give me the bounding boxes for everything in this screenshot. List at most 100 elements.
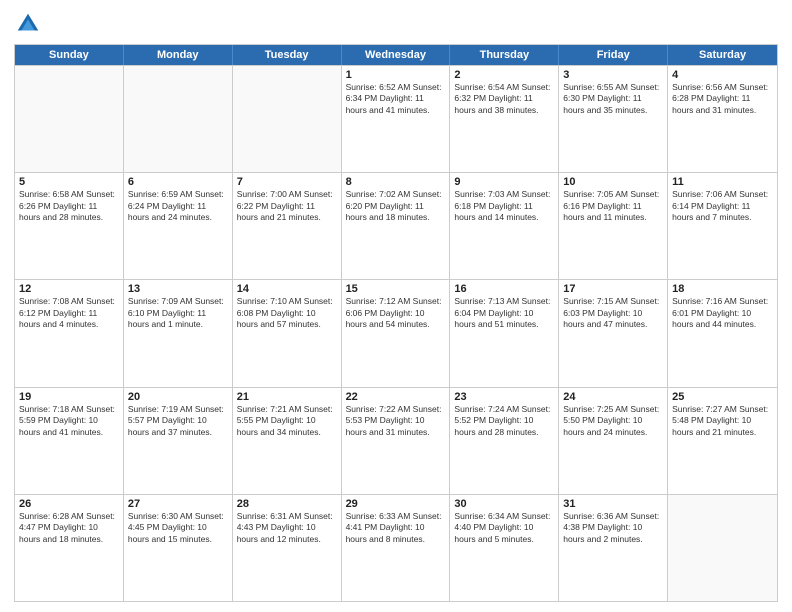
- cell-content: Sunrise: 6:30 AM Sunset: 4:45 PM Dayligh…: [128, 511, 228, 545]
- calendar-body: 1Sunrise: 6:52 AM Sunset: 6:34 PM Daylig…: [15, 65, 777, 601]
- calendar-cell: 7Sunrise: 7:00 AM Sunset: 6:22 PM Daylig…: [233, 173, 342, 279]
- calendar-row-3: 12Sunrise: 7:08 AM Sunset: 6:12 PM Dayli…: [15, 279, 777, 386]
- calendar-header-tuesday: Tuesday: [233, 45, 342, 65]
- cell-content: Sunrise: 7:03 AM Sunset: 6:18 PM Dayligh…: [454, 189, 554, 223]
- cell-content: Sunrise: 7:10 AM Sunset: 6:08 PM Dayligh…: [237, 296, 337, 330]
- day-number: 13: [128, 283, 228, 295]
- calendar-cell: 23Sunrise: 7:24 AM Sunset: 5:52 PM Dayli…: [450, 388, 559, 494]
- cell-content: Sunrise: 6:36 AM Sunset: 4:38 PM Dayligh…: [563, 511, 663, 545]
- calendar-cell: 4Sunrise: 6:56 AM Sunset: 6:28 PM Daylig…: [668, 66, 777, 172]
- cell-content: Sunrise: 7:25 AM Sunset: 5:50 PM Dayligh…: [563, 404, 663, 438]
- cell-content: Sunrise: 7:15 AM Sunset: 6:03 PM Dayligh…: [563, 296, 663, 330]
- calendar-row-1: 1Sunrise: 6:52 AM Sunset: 6:34 PM Daylig…: [15, 65, 777, 172]
- calendar-header-row: SundayMondayTuesdayWednesdayThursdayFrid…: [15, 45, 777, 65]
- calendar-header-saturday: Saturday: [668, 45, 777, 65]
- calendar-cell: [233, 66, 342, 172]
- day-number: 8: [346, 176, 446, 188]
- day-number: 27: [128, 498, 228, 510]
- cell-content: Sunrise: 7:00 AM Sunset: 6:22 PM Dayligh…: [237, 189, 337, 223]
- calendar-cell: 3Sunrise: 6:55 AM Sunset: 6:30 PM Daylig…: [559, 66, 668, 172]
- day-number: 11: [672, 176, 773, 188]
- calendar-cell: 14Sunrise: 7:10 AM Sunset: 6:08 PM Dayli…: [233, 280, 342, 386]
- cell-content: Sunrise: 6:55 AM Sunset: 6:30 PM Dayligh…: [563, 82, 663, 116]
- day-number: 18: [672, 283, 773, 295]
- cell-content: Sunrise: 7:19 AM Sunset: 5:57 PM Dayligh…: [128, 404, 228, 438]
- day-number: 9: [454, 176, 554, 188]
- cell-content: Sunrise: 6:31 AM Sunset: 4:43 PM Dayligh…: [237, 511, 337, 545]
- day-number: 20: [128, 391, 228, 403]
- day-number: 7: [237, 176, 337, 188]
- cell-content: Sunrise: 7:22 AM Sunset: 5:53 PM Dayligh…: [346, 404, 446, 438]
- cell-content: Sunrise: 6:58 AM Sunset: 6:26 PM Dayligh…: [19, 189, 119, 223]
- calendar-cell: [124, 66, 233, 172]
- day-number: 6: [128, 176, 228, 188]
- day-number: 1: [346, 69, 446, 81]
- day-number: 25: [672, 391, 773, 403]
- calendar-cell: 6Sunrise: 6:59 AM Sunset: 6:24 PM Daylig…: [124, 173, 233, 279]
- day-number: 16: [454, 283, 554, 295]
- day-number: 2: [454, 69, 554, 81]
- day-number: 19: [19, 391, 119, 403]
- cell-content: Sunrise: 7:02 AM Sunset: 6:20 PM Dayligh…: [346, 189, 446, 223]
- cell-content: Sunrise: 6:54 AM Sunset: 6:32 PM Dayligh…: [454, 82, 554, 116]
- cell-content: Sunrise: 6:34 AM Sunset: 4:40 PM Dayligh…: [454, 511, 554, 545]
- day-number: 4: [672, 69, 773, 81]
- day-number: 29: [346, 498, 446, 510]
- day-number: 28: [237, 498, 337, 510]
- day-number: 24: [563, 391, 663, 403]
- calendar-cell: 24Sunrise: 7:25 AM Sunset: 5:50 PM Dayli…: [559, 388, 668, 494]
- calendar-cell: 1Sunrise: 6:52 AM Sunset: 6:34 PM Daylig…: [342, 66, 451, 172]
- calendar-row-5: 26Sunrise: 6:28 AM Sunset: 4:47 PM Dayli…: [15, 494, 777, 601]
- calendar-cell: 8Sunrise: 7:02 AM Sunset: 6:20 PM Daylig…: [342, 173, 451, 279]
- day-number: 31: [563, 498, 663, 510]
- day-number: 23: [454, 391, 554, 403]
- calendar-row-2: 5Sunrise: 6:58 AM Sunset: 6:26 PM Daylig…: [15, 172, 777, 279]
- calendar-cell: 28Sunrise: 6:31 AM Sunset: 4:43 PM Dayli…: [233, 495, 342, 601]
- calendar-cell: 18Sunrise: 7:16 AM Sunset: 6:01 PM Dayli…: [668, 280, 777, 386]
- cell-content: Sunrise: 7:05 AM Sunset: 6:16 PM Dayligh…: [563, 189, 663, 223]
- calendar-cell: 22Sunrise: 7:22 AM Sunset: 5:53 PM Dayli…: [342, 388, 451, 494]
- day-number: 22: [346, 391, 446, 403]
- day-number: 30: [454, 498, 554, 510]
- day-number: 14: [237, 283, 337, 295]
- cell-content: Sunrise: 7:13 AM Sunset: 6:04 PM Dayligh…: [454, 296, 554, 330]
- cell-content: Sunrise: 6:52 AM Sunset: 6:34 PM Dayligh…: [346, 82, 446, 116]
- calendar-row-4: 19Sunrise: 7:18 AM Sunset: 5:59 PM Dayli…: [15, 387, 777, 494]
- calendar-cell: 25Sunrise: 7:27 AM Sunset: 5:48 PM Dayli…: [668, 388, 777, 494]
- calendar-cell: 9Sunrise: 7:03 AM Sunset: 6:18 PM Daylig…: [450, 173, 559, 279]
- calendar-cell: 20Sunrise: 7:19 AM Sunset: 5:57 PM Dayli…: [124, 388, 233, 494]
- calendar-header-sunday: Sunday: [15, 45, 124, 65]
- calendar-cell: 11Sunrise: 7:06 AM Sunset: 6:14 PM Dayli…: [668, 173, 777, 279]
- calendar-cell: 13Sunrise: 7:09 AM Sunset: 6:10 PM Dayli…: [124, 280, 233, 386]
- calendar-cell: 29Sunrise: 6:33 AM Sunset: 4:41 PM Dayli…: [342, 495, 451, 601]
- calendar-cell: 16Sunrise: 7:13 AM Sunset: 6:04 PM Dayli…: [450, 280, 559, 386]
- header: [14, 10, 778, 38]
- calendar-cell: 10Sunrise: 7:05 AM Sunset: 6:16 PM Dayli…: [559, 173, 668, 279]
- calendar-cell: 21Sunrise: 7:21 AM Sunset: 5:55 PM Dayli…: [233, 388, 342, 494]
- calendar-cell: 26Sunrise: 6:28 AM Sunset: 4:47 PM Dayli…: [15, 495, 124, 601]
- calendar-header-wednesday: Wednesday: [342, 45, 451, 65]
- day-number: 10: [563, 176, 663, 188]
- cell-content: Sunrise: 7:24 AM Sunset: 5:52 PM Dayligh…: [454, 404, 554, 438]
- page: SundayMondayTuesdayWednesdayThursdayFrid…: [0, 0, 792, 612]
- cell-content: Sunrise: 7:27 AM Sunset: 5:48 PM Dayligh…: [672, 404, 773, 438]
- calendar-cell: [15, 66, 124, 172]
- day-number: 12: [19, 283, 119, 295]
- day-number: 26: [19, 498, 119, 510]
- cell-content: Sunrise: 6:59 AM Sunset: 6:24 PM Dayligh…: [128, 189, 228, 223]
- logo-icon: [14, 10, 42, 38]
- cell-content: Sunrise: 7:08 AM Sunset: 6:12 PM Dayligh…: [19, 296, 119, 330]
- calendar-cell: 17Sunrise: 7:15 AM Sunset: 6:03 PM Dayli…: [559, 280, 668, 386]
- calendar-header-friday: Friday: [559, 45, 668, 65]
- day-number: 15: [346, 283, 446, 295]
- cell-content: Sunrise: 7:09 AM Sunset: 6:10 PM Dayligh…: [128, 296, 228, 330]
- calendar-cell: 27Sunrise: 6:30 AM Sunset: 4:45 PM Dayli…: [124, 495, 233, 601]
- calendar-cell: 19Sunrise: 7:18 AM Sunset: 5:59 PM Dayli…: [15, 388, 124, 494]
- cell-content: Sunrise: 7:16 AM Sunset: 6:01 PM Dayligh…: [672, 296, 773, 330]
- calendar-header-monday: Monday: [124, 45, 233, 65]
- day-number: 21: [237, 391, 337, 403]
- cell-content: Sunrise: 7:12 AM Sunset: 6:06 PM Dayligh…: [346, 296, 446, 330]
- cell-content: Sunrise: 7:18 AM Sunset: 5:59 PM Dayligh…: [19, 404, 119, 438]
- calendar-cell: 5Sunrise: 6:58 AM Sunset: 6:26 PM Daylig…: [15, 173, 124, 279]
- calendar-header-thursday: Thursday: [450, 45, 559, 65]
